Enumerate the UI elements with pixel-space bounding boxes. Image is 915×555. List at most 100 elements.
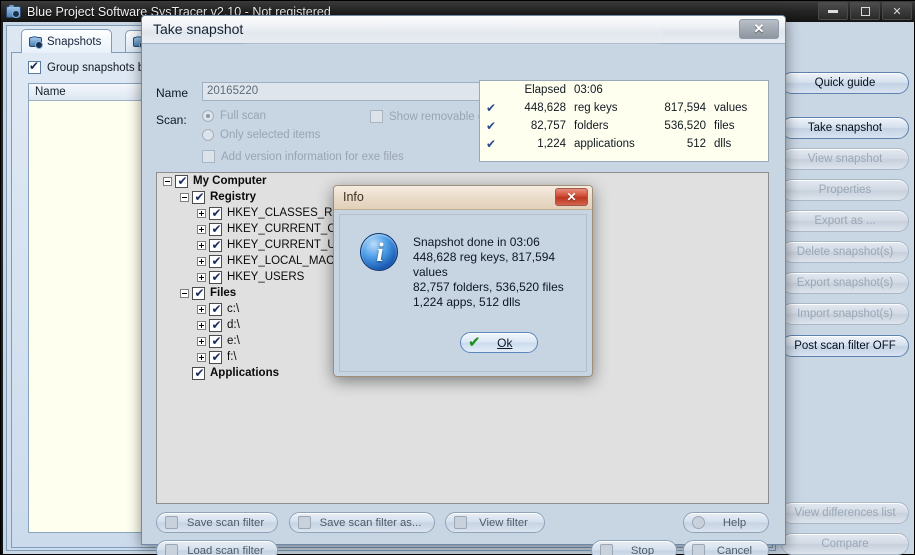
expand-icon[interactable]: [197, 272, 206, 282]
radio-only-selected: Only selected items: [202, 129, 320, 141]
stats-row-folders: ✔ 82,757 folders 536,520 files: [480, 117, 768, 135]
expand-icon[interactable]: [197, 240, 206, 250]
info-dialog-body: Snapshot done in 03:06 448,628 reg keys,…: [339, 214, 587, 372]
files-count: 536,520: [664, 120, 706, 132]
checkbox-icon[interactable]: [209, 318, 223, 332]
checkbox-icon[interactable]: [192, 286, 206, 300]
column-header-name[interactable]: Name: [29, 84, 149, 100]
dialog-title: Take snapshot: [153, 21, 244, 37]
expand-icon[interactable]: [197, 256, 206, 266]
tree-node-label: e:\: [227, 335, 240, 347]
checkbox-icon[interactable]: [209, 206, 223, 220]
help-button[interactable]: Help: [683, 512, 769, 533]
collapse-icon[interactable]: [163, 176, 172, 186]
sidebar-button-post-scan-filter[interactable]: Post scan filter OFF: [781, 335, 909, 357]
expand-icon[interactable]: [197, 224, 206, 234]
info-dialog: Info ✕ Snapshot done in 03:06 448,628 re…: [333, 185, 593, 377]
stop-button[interactable]: Stop: [591, 540, 677, 555]
dialog-titlebar: Take snapshot ✕: [142, 16, 785, 44]
regkeys-count: 448,628: [524, 102, 566, 114]
applications-label: applications: [574, 138, 635, 150]
group-snapshots-checkbox[interactable]: Group snapshots by c: [28, 60, 159, 74]
radio-full-scan: Full scan: [202, 110, 266, 122]
dlls-count: 512: [686, 138, 706, 150]
checkbox-icon[interactable]: [192, 190, 206, 204]
tree-node-label: d:\: [227, 319, 240, 331]
expand-icon[interactable]: [197, 336, 206, 346]
window-controls: ✕: [818, 2, 912, 20]
background-tabstrip-blurred: [242, 28, 662, 44]
expand-icon[interactable]: [197, 352, 206, 362]
checkbox-icon[interactable]: [209, 270, 223, 284]
info-dialog-close-button[interactable]: ✕: [555, 188, 588, 206]
info-ok-label: Ok: [497, 335, 513, 350]
expand-icon[interactable]: [197, 320, 206, 330]
info-line: 1,224 apps, 512 dlls: [413, 295, 521, 309]
cancel-button[interactable]: Cancel: [683, 540, 769, 555]
scan-stats-table: Elapsed 03:06 ✔ 448,628 reg keys 817,594…: [480, 81, 768, 153]
info-ok-button[interactable]: ✔ Ok: [460, 332, 538, 353]
main-window: Blue Project Software SysTracer v2.10 - …: [0, 0, 915, 555]
folder-icon: [165, 544, 178, 555]
sidebar-button-export-snapshots: Export snapshot(s): [781, 272, 909, 294]
checkbox-icon: [202, 150, 215, 163]
maximize-button[interactable]: [850, 2, 880, 20]
check-icon: ✔: [485, 101, 497, 115]
view-filter-button[interactable]: View filter: [445, 512, 545, 533]
checkbox-icon[interactable]: [209, 222, 223, 236]
checkbox-icon[interactable]: [209, 350, 223, 364]
add-version-label: Add version information for exe files: [221, 150, 404, 163]
folders-label: folders: [574, 120, 609, 132]
sidebar-button-quick-guide[interactable]: Quick guide: [781, 72, 909, 94]
sidebar-button-view-differences: View differences list: [781, 502, 909, 524]
stop-icon: [600, 544, 613, 555]
sidebar-button-import-snapshots: Import snapshot(s): [781, 303, 909, 325]
checkbox-icon[interactable]: [28, 60, 41, 74]
help-icon: [692, 516, 705, 529]
checkbox-icon[interactable]: [192, 366, 206, 380]
expand-icon[interactable]: [197, 304, 206, 314]
camera-icon: [6, 4, 21, 18]
checkbox-icon[interactable]: [209, 238, 223, 252]
minimize-button[interactable]: [818, 2, 848, 20]
name-input[interactable]: 20165220: [202, 82, 516, 101]
collapse-icon[interactable]: [180, 288, 189, 298]
sidebar-button-export-as: Export as ...: [781, 210, 909, 232]
save-scan-filter-as-button[interactable]: Save scan filter as...: [289, 512, 435, 533]
sidebar-button-take-snapshot[interactable]: Take snapshot: [781, 117, 909, 139]
name-label: Name: [156, 86, 189, 100]
tree-node-label: Applications: [210, 367, 280, 379]
tree-node-label: c:\: [227, 303, 240, 315]
checkbox-icon[interactable]: [175, 174, 189, 188]
info-line: 448,628 reg keys, 817,594 values: [413, 250, 556, 279]
sidebar-button-compare: Compare: [781, 533, 909, 555]
checkbox-add-version-info: Add version information for exe files: [202, 150, 404, 163]
dlls-label: dlls: [714, 138, 732, 150]
checkbox-icon[interactable]: [209, 302, 223, 316]
save-scan-filter-button[interactable]: Save scan filter: [156, 512, 278, 533]
sidebar: Quick guide Take snapshot View snapshot …: [779, 25, 911, 555]
checkbox-icon[interactable]: [209, 334, 223, 348]
checkbox-icon[interactable]: [209, 254, 223, 268]
tree-node-label: f:\: [227, 351, 237, 363]
values-count: 817,594: [664, 102, 706, 114]
expand-icon[interactable]: [197, 208, 206, 218]
save-as-icon: [298, 516, 311, 529]
dialog-close-button[interactable]: ✕: [739, 19, 779, 39]
tab-snapshots[interactable]: Snapshots: [21, 29, 113, 53]
close-button[interactable]: ✕: [882, 2, 912, 20]
elapsed-label: Elapsed: [524, 84, 566, 96]
tree-node-label: Registry: [210, 191, 257, 203]
stats-row-regkeys: ✔ 448,628 reg keys 817,594 values: [480, 99, 768, 117]
checkbox-icon: [370, 110, 383, 123]
cancel-icon: [692, 544, 705, 555]
radio-full-scan-label: Full scan: [220, 110, 267, 122]
collapse-icon[interactable]: [180, 192, 189, 202]
radio-icon: [202, 129, 214, 141]
load-scan-filter-button[interactable]: Load scan filter: [156, 540, 278, 555]
info-line: Snapshot done in 03:06: [413, 235, 540, 249]
scan-stats-panel: Elapsed 03:06 ✔ 448,628 reg keys 817,594…: [479, 80, 769, 162]
info-line: 82,757 folders, 536,520 files: [413, 280, 564, 294]
stats-row-applications: ✔ 1,224 applications 512 dlls: [480, 135, 768, 153]
